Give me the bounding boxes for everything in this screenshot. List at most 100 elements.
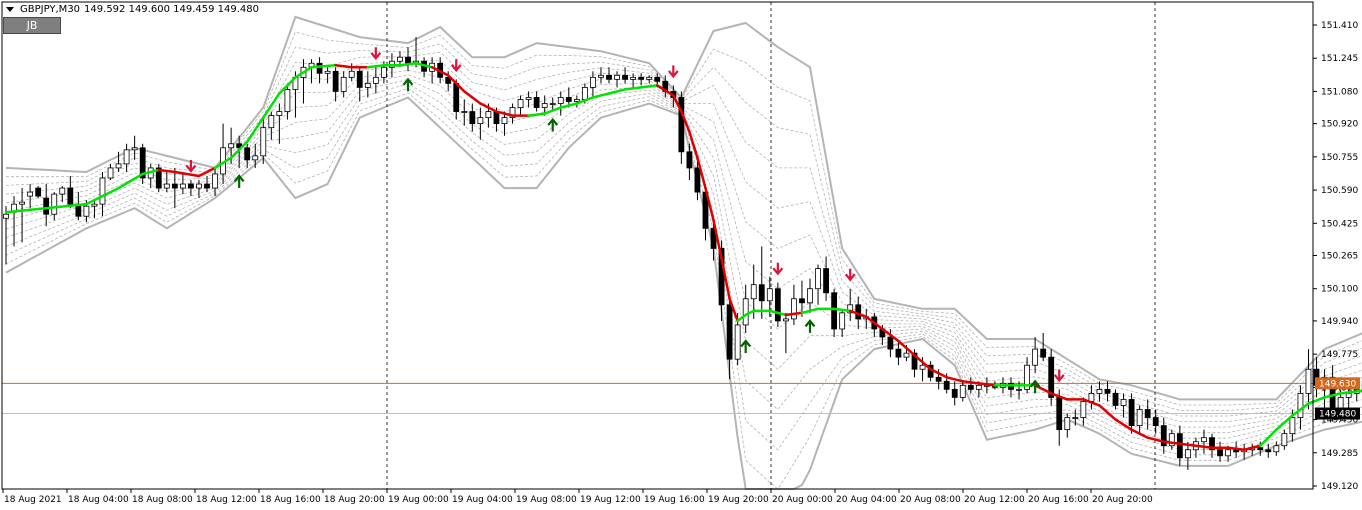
candle-body-up xyxy=(1345,392,1352,398)
candle-body-up xyxy=(919,364,926,370)
candle-body-up xyxy=(750,284,757,300)
candle-body-up xyxy=(123,149,130,165)
candle-body-up xyxy=(228,143,235,149)
candle xyxy=(212,167,218,197)
candle-body-down xyxy=(469,111,476,125)
candle-body-up xyxy=(340,76,347,92)
candle-body-up xyxy=(791,298,797,320)
candle xyxy=(19,188,25,243)
candle-body-up xyxy=(501,117,508,125)
time-axis[interactable]: 18 Aug 2021 18 Aug 04:00 18 Aug 08:00 18 Au… xyxy=(2,489,1153,505)
candle-body-up xyxy=(549,103,556,105)
candle-body-up xyxy=(196,183,202,189)
candle-body-down xyxy=(1128,399,1135,427)
candle xyxy=(598,67,604,84)
candle xyxy=(573,95,580,108)
candle xyxy=(131,135,138,160)
candle xyxy=(107,163,114,181)
candle xyxy=(11,196,17,247)
alert-price-tag: 149.630 xyxy=(1315,377,1360,390)
trend-segment xyxy=(527,112,546,117)
trend-segment xyxy=(310,64,337,69)
band-edge xyxy=(5,15,1362,401)
day-separators xyxy=(386,2,1156,489)
candle-body-up xyxy=(268,115,275,129)
candle xyxy=(27,184,34,209)
candle xyxy=(316,57,323,84)
arrow-up-icon xyxy=(804,319,816,333)
trend-segment xyxy=(623,86,643,91)
candle-body-up xyxy=(59,187,66,195)
y-tick-label: 149.120 xyxy=(1321,482,1358,492)
candle-body-down xyxy=(967,384,974,390)
candle-body-up xyxy=(461,111,468,113)
candle-body-up xyxy=(1184,449,1191,459)
trend-segment xyxy=(784,311,804,317)
candle-body-up xyxy=(348,70,355,78)
price-axis[interactable]: 151.410 151.245 151.080 150.920 150.755 150.5… xyxy=(1313,21,1358,492)
candle-body-up xyxy=(590,76,596,88)
candle xyxy=(1313,357,1320,398)
y-tick-label: 150.920 xyxy=(1321,120,1358,130)
arrow-down-icon xyxy=(450,59,462,73)
candle-body-up xyxy=(131,147,138,151)
candle-body-up xyxy=(525,97,532,100)
candle-body-down xyxy=(1217,449,1223,457)
ohlc-values: 149.592 149.600 149.459 149.480 xyxy=(84,4,259,15)
trend-segment xyxy=(463,90,482,105)
candle-body-down xyxy=(951,388,958,398)
candle-body-down xyxy=(1265,449,1272,453)
candle-body-down xyxy=(1056,397,1063,431)
candle xyxy=(606,67,612,84)
chart-window[interactable]: 151.410 151.245 151.080 150.920 150.755 150.5… xyxy=(0,0,1362,510)
candle-body-down xyxy=(694,167,701,193)
candle-body-up xyxy=(734,324,741,360)
triangle-down-icon[interactable] xyxy=(6,7,14,12)
candle-body-down xyxy=(887,336,894,350)
candle xyxy=(1064,413,1071,438)
jb-button[interactable]: JB xyxy=(3,17,61,34)
candle-body-up xyxy=(276,111,283,116)
y-tick-label: 150.590 xyxy=(1321,186,1358,196)
arrow-down-icon xyxy=(772,262,784,276)
arrow-up-icon xyxy=(740,339,752,354)
candle-body-up xyxy=(1201,437,1207,443)
candle-body-up xyxy=(1088,392,1095,402)
candle-body-up xyxy=(614,74,620,80)
candle-body-down xyxy=(171,183,178,189)
candle-body-up xyxy=(742,298,749,326)
candle xyxy=(276,103,283,144)
candle-body-up xyxy=(1080,401,1087,418)
candle xyxy=(1273,441,1280,456)
candle-body-down xyxy=(244,147,251,161)
candle xyxy=(67,175,74,209)
candle xyxy=(1104,381,1111,402)
price-chart[interactable]: 151.410 151.245 151.080 150.920 150.755 150.5… xyxy=(0,0,1362,510)
candle-body-down xyxy=(565,97,572,102)
candle-body-down xyxy=(1040,348,1047,358)
band-edge xyxy=(5,96,1362,490)
candle-body-down xyxy=(35,187,42,197)
candle-body-down xyxy=(332,70,339,92)
candle-body-down xyxy=(895,348,902,358)
candle-body-down xyxy=(1176,433,1183,459)
candle xyxy=(155,163,162,193)
candle-body-up xyxy=(598,74,604,78)
candle xyxy=(1080,397,1087,426)
candle-body-up xyxy=(107,167,114,179)
trend-segment xyxy=(398,61,418,67)
candle-body-up xyxy=(573,99,580,102)
candle-body-up xyxy=(380,66,387,78)
arrow-down-icon xyxy=(844,268,856,282)
candle xyxy=(525,91,532,108)
candle xyxy=(1217,441,1223,462)
x-tick-label: 20 Aug 12:00 xyxy=(964,495,1025,505)
y-tick-label: 150.425 xyxy=(1321,219,1358,229)
candle xyxy=(646,75,653,84)
candle-body-down xyxy=(493,111,500,125)
candle-body-up xyxy=(782,318,789,322)
candle-body-up xyxy=(397,56,403,62)
trend-segment xyxy=(117,172,144,190)
candle xyxy=(123,143,130,172)
candle-body-down xyxy=(405,56,411,64)
